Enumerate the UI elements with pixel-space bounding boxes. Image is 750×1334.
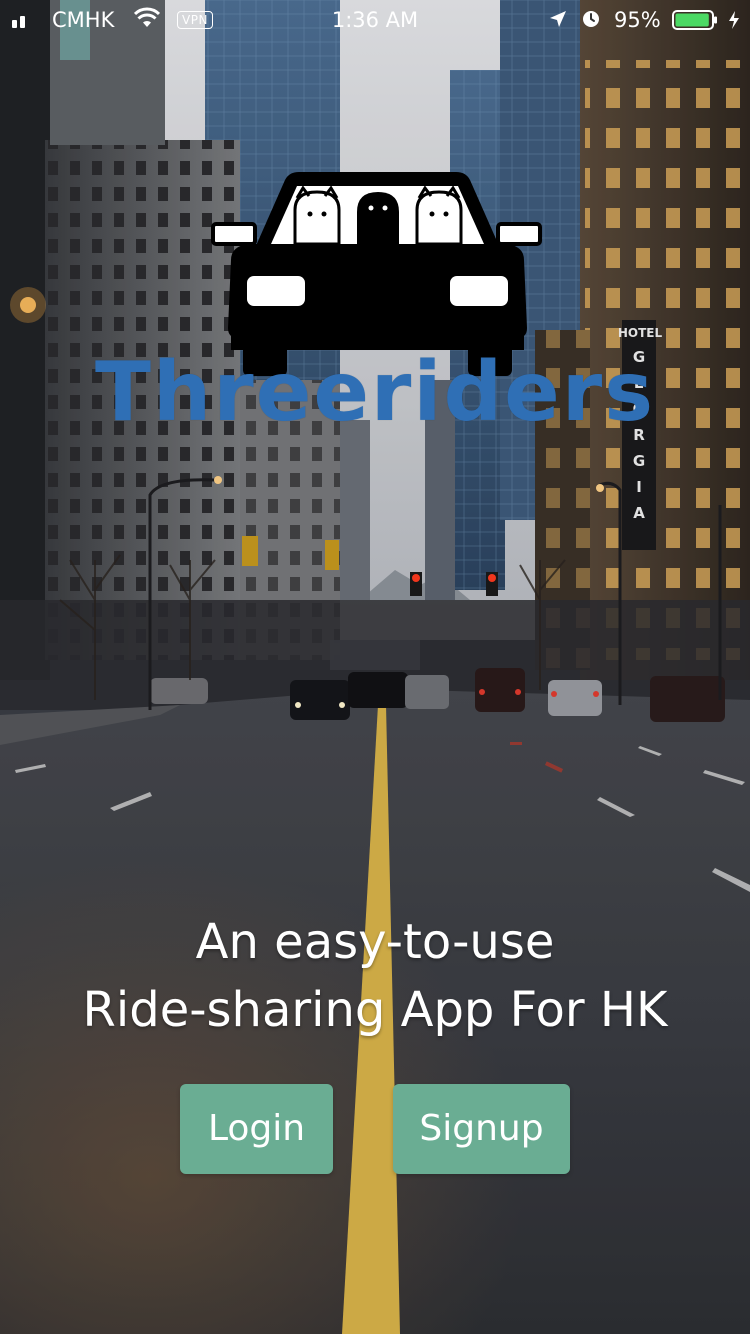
charging-icon: [729, 11, 739, 29]
alarm-icon: [583, 11, 599, 27]
status-bar: CMHK VPN 1:36 AM 95%: [0, 0, 750, 40]
welcome-screen: HOTEL GEO RGI A CMHK VPN 1:36 AM 95% Thr…: [0, 0, 750, 1334]
tagline-line-2: Ride-sharing App For HK: [82, 982, 668, 1038]
battery-percent: 95%: [614, 8, 661, 32]
signup-button[interactable]: Signup: [393, 1084, 570, 1174]
app-title: Threeriders: [94, 345, 656, 440]
tagline-line-1: An easy-to-use: [195, 914, 555, 970]
tagline: An easy-to-use Ride-sharing App For HK: [0, 908, 750, 1044]
location-icon: [550, 11, 566, 27]
battery-icon: [672, 10, 717, 30]
login-button[interactable]: Login: [180, 1084, 333, 1174]
